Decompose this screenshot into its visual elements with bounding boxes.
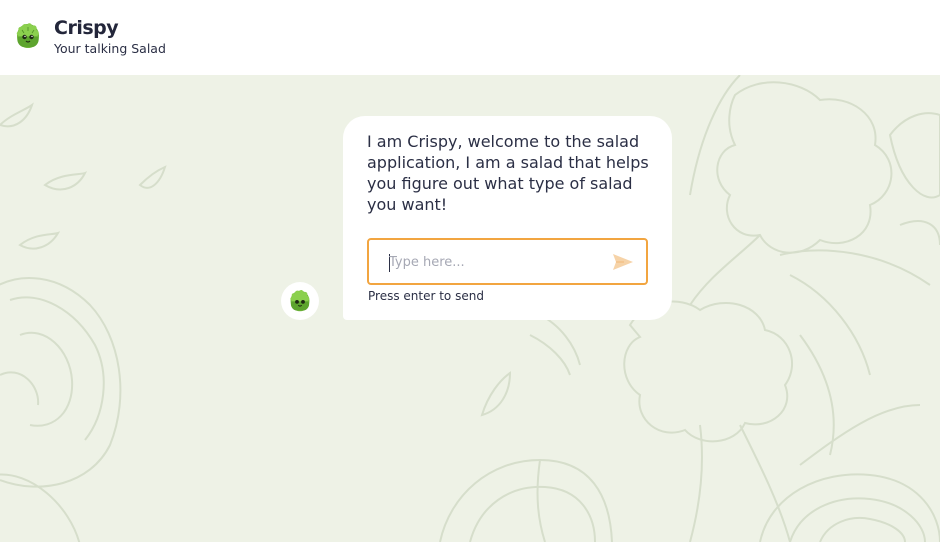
lettuce-mascot-icon xyxy=(290,290,310,312)
app-header: Crispy Your talking Salad xyxy=(0,0,940,75)
chat-message-bubble: I am Crispy, welcome to the salad applic… xyxy=(343,116,672,320)
chat-input[interactable] xyxy=(389,249,599,275)
lettuce-mascot-icon xyxy=(14,21,42,51)
chat-message-text: I am Crispy, welcome to the salad applic… xyxy=(367,132,649,214)
chatbot-avatar xyxy=(281,282,319,320)
send-hint: Press enter to send xyxy=(368,289,484,303)
app-title: Crispy xyxy=(54,17,119,39)
chat-input-container[interactable] xyxy=(367,238,648,285)
app-subtitle: Your talking Salad xyxy=(54,41,166,56)
send-arrow-icon xyxy=(613,254,633,270)
send-button[interactable] xyxy=(612,252,634,272)
